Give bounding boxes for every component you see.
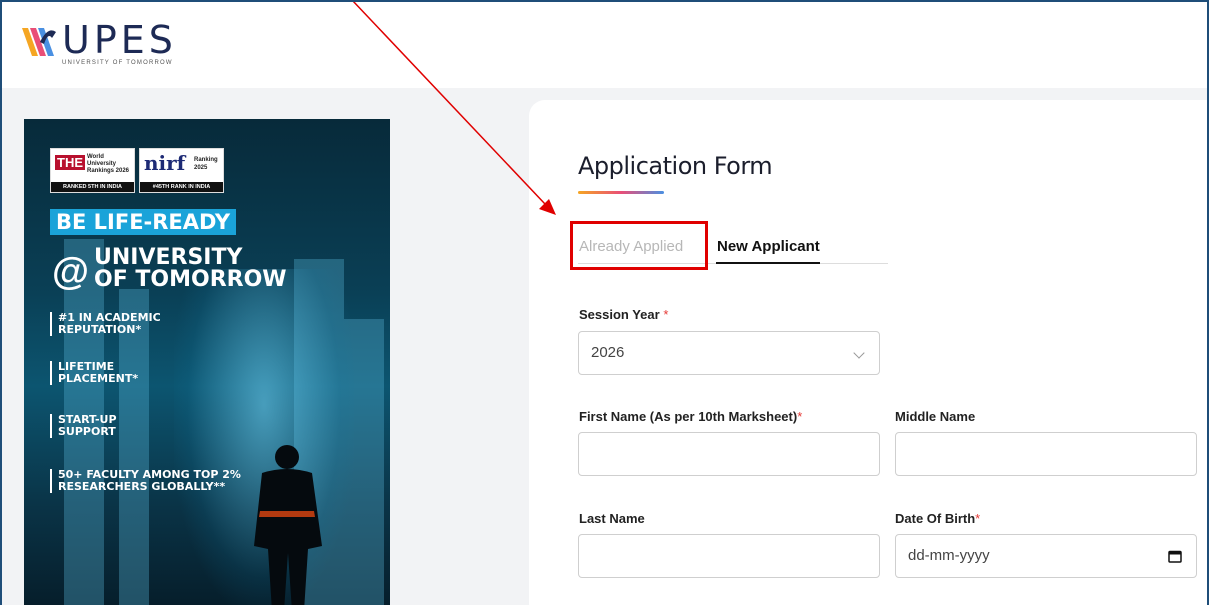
poster-headline: BE LIFE-READY [50, 209, 237, 235]
last-name-input[interactable] [578, 534, 880, 578]
poster-at-sign: @ [52, 251, 90, 293]
middle-name-input[interactable] [895, 432, 1197, 476]
dob-input[interactable]: dd-mm-yyyy [895, 534, 1197, 578]
annotation-highlight-box [570, 221, 708, 270]
poster-feature: START-UP SUPPORT [50, 414, 117, 438]
poster-feature: LIFETIME PLACEMENT* [50, 361, 138, 385]
ranking-badges: THE World University Rankings 2026 RANKE… [50, 148, 224, 193]
logo-text: UPES [62, 18, 177, 62]
person-silhouette [254, 445, 322, 605]
dob-placeholder: dd-mm-yyyy [908, 547, 990, 564]
the-ranking-badge: THE World University Rankings 2026 RANKE… [50, 148, 135, 193]
upes-logo-mark-icon [22, 28, 56, 56]
title-underline [578, 191, 664, 194]
poster-tomorrow-line: OF TOMORROW [94, 267, 287, 292]
chevron-down-icon [853, 347, 865, 359]
tab-new-applicant[interactable]: New Applicant [717, 238, 820, 255]
last-name-label: Last Name [579, 511, 645, 526]
dob-label: Date Of Birth* [895, 511, 981, 526]
active-tab-indicator [716, 262, 820, 264]
poster-university-line: UNIVERSITY [94, 245, 243, 270]
upes-logo[interactable]: UPES UNIVERSITY OF TOMORROW [18, 14, 178, 74]
logo-tagline: UNIVERSITY OF TOMORROW [62, 60, 173, 66]
middle-name-label: Middle Name [895, 409, 976, 424]
first-name-input[interactable] [578, 432, 880, 476]
calendar-icon[interactable] [1168, 550, 1182, 563]
first-name-label: First Name (As per 10th Marksheet)* [579, 409, 803, 424]
poster-feature: 50+ FACULTY AMONG TOP 2% RESEARCHERS GLO… [50, 469, 241, 493]
promo-poster: THE World University Rankings 2026 RANKE… [24, 119, 390, 605]
form-title: Application Form [578, 152, 773, 180]
session-year-label: Session Year * [579, 307, 669, 322]
nirf-ranking-badge: nirf Ranking 2025 #45TH RANK IN INDIA [139, 148, 224, 193]
poster-feature: #1 IN ACADEMIC REPUTATION* [50, 312, 161, 336]
site-header: UPES UNIVERSITY OF TOMORROW [0, 0, 1209, 88]
session-year-select[interactable]: 2026 [578, 331, 880, 375]
